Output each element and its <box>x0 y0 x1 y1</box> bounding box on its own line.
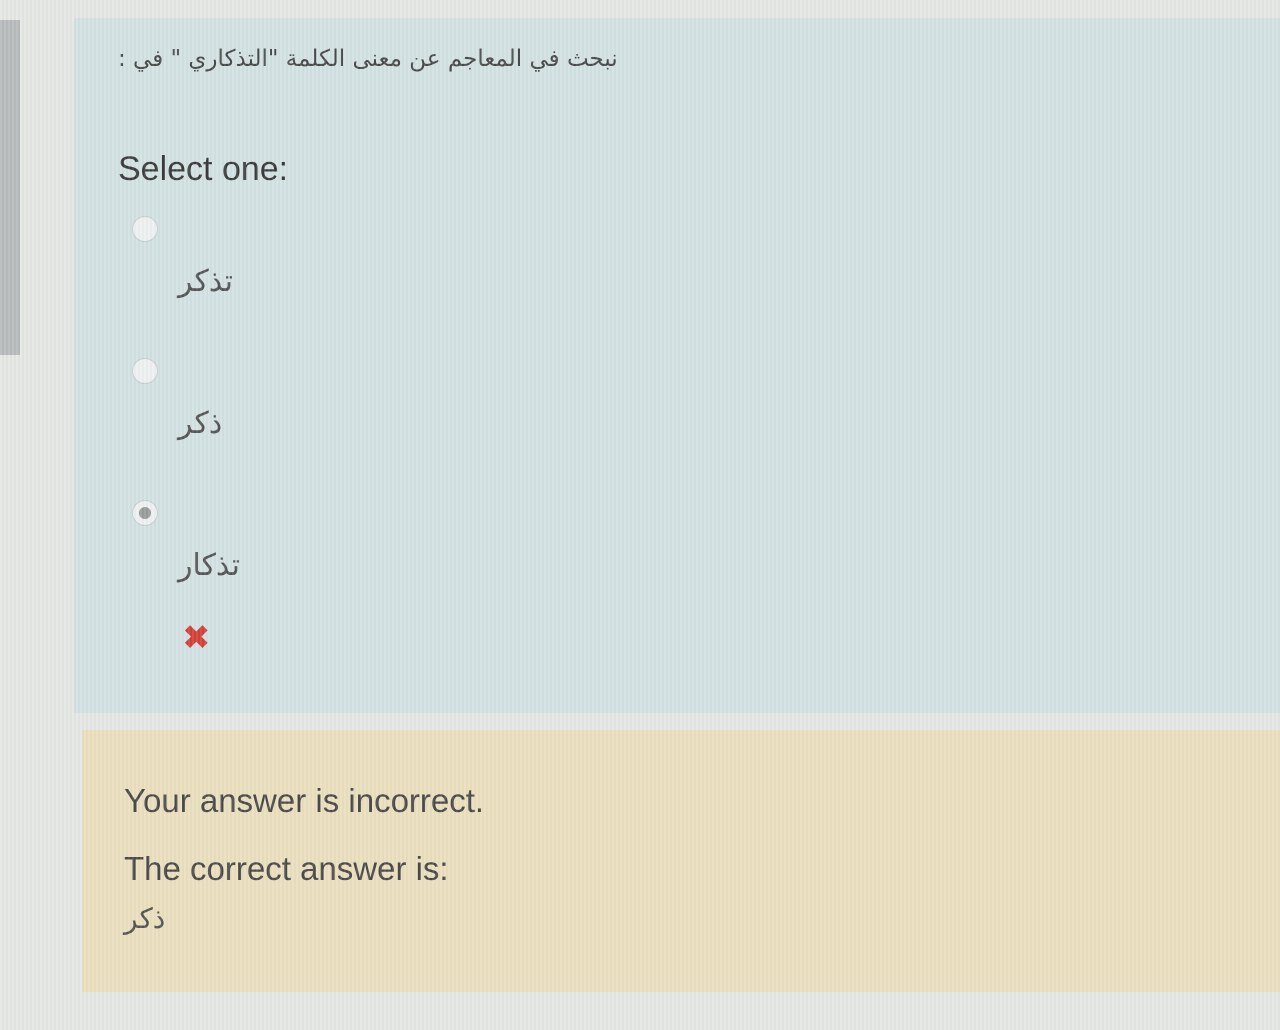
feedback-incorrect-text: Your answer is incorrect. <box>124 782 485 819</box>
option-3-label[interactable]: تذكار <box>178 548 240 583</box>
question-text: نبحث في المعاجم عن معنى الكلمة "التذكاري… <box>118 46 618 72</box>
feedback-panel: Your answer is incorrect. The correct an… <box>82 730 1280 992</box>
option-2-radio[interactable] <box>132 358 158 384</box>
left-edge-strip <box>0 20 20 355</box>
select-one-label: Select one: <box>118 150 289 188</box>
option-1-label[interactable]: تذكر <box>178 264 233 299</box>
option-2-label[interactable]: ذكر <box>178 406 222 441</box>
question-panel: نبحث في المعاجم عن معنى الكلمة "التذكاري… <box>74 18 1280 713</box>
incorrect-icon: ✖ <box>182 619 211 657</box>
option-1-radio[interactable] <box>132 216 158 242</box>
feedback-correct-answer-value: ذكر <box>124 902 166 935</box>
feedback-correct-answer-label: The correct answer is: <box>124 850 449 887</box>
option-3-radio[interactable] <box>132 500 158 526</box>
